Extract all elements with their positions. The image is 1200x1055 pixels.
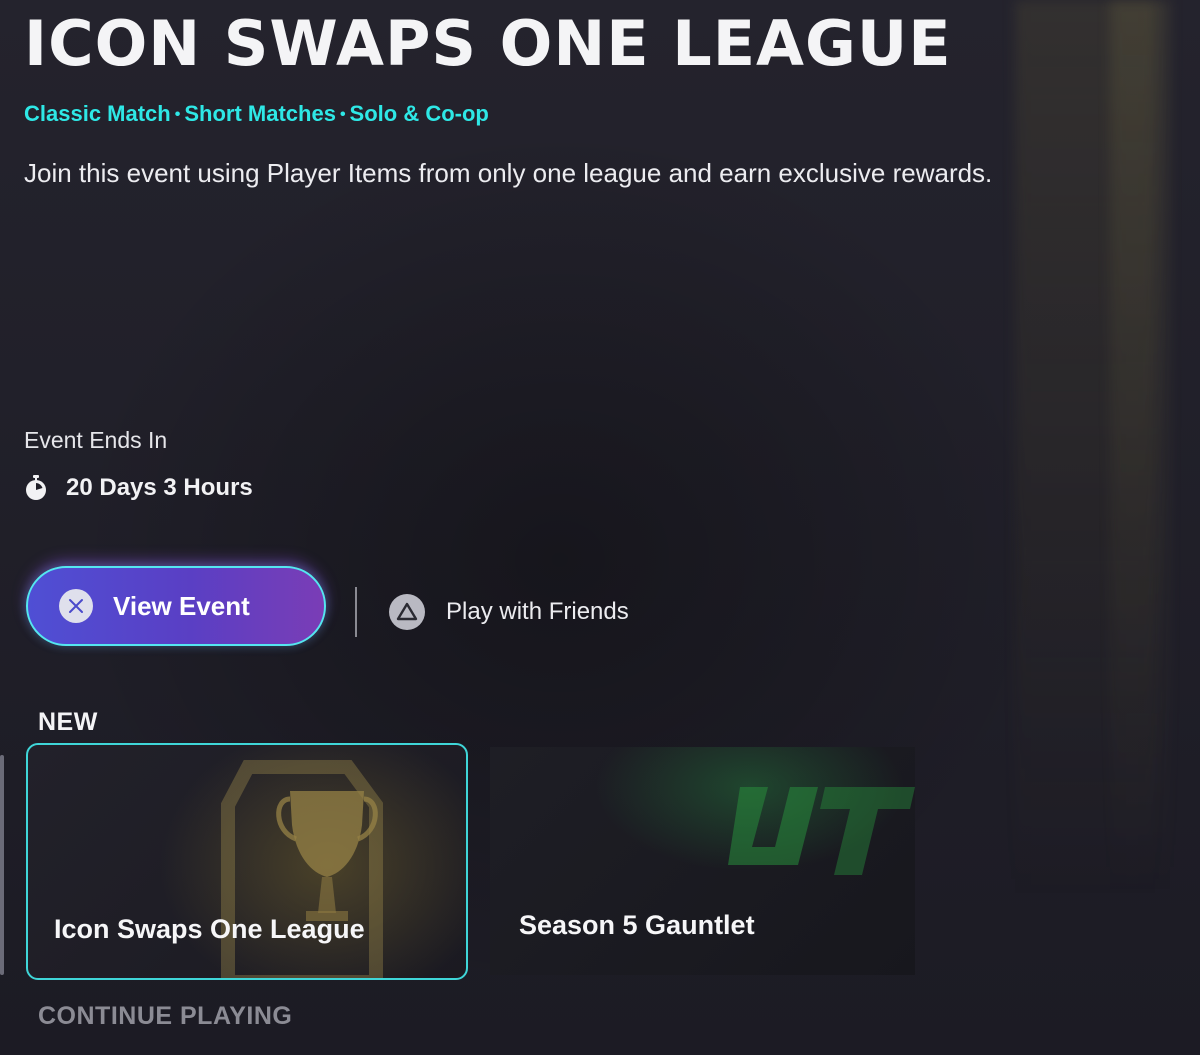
view-event-label: View Event <box>113 590 250 621</box>
time-remaining: 20 Days 3 Hours <box>66 474 253 501</box>
card-title: Season 5 Gauntlet <box>519 910 755 940</box>
play-with-friends-label: Play with Friends <box>446 598 629 625</box>
event-modes: Classic Match • Short Matches • Solo & Co-op <box>24 101 489 127</box>
play-with-friends-button[interactable]: Play with Friends <box>389 594 629 630</box>
mode-classic-match: Classic Match <box>24 101 171 126</box>
cross-button-icon <box>59 589 93 623</box>
action-divider <box>355 587 357 637</box>
view-event-button[interactable]: View Event <box>26 566 326 646</box>
mode-short-matches: Short Matches <box>184 101 336 126</box>
section-heading-new: NEW <box>38 708 98 736</box>
event-timer: 20 Days 3 Hours <box>24 474 253 502</box>
triangle-button-icon <box>389 594 425 630</box>
event-card-season-5-gauntlet[interactable]: Season 5 Gauntlet <box>490 747 915 975</box>
stopwatch-icon <box>26 475 46 500</box>
event-description: Join this event using Player Items from … <box>24 158 993 188</box>
mode-separator: • <box>174 106 181 123</box>
mode-solo-coop: Solo & Co-op <box>349 101 489 126</box>
event-ends-label: Event Ends In <box>24 427 168 453</box>
section-heading-continue-playing: CONTINUE PLAYING <box>38 1002 293 1030</box>
mode-separator: • <box>339 106 346 123</box>
background-light-pillar-2 <box>1110 0 1170 900</box>
event-title: ICON SWAPS ONE LEAGUE <box>24 7 952 80</box>
previous-card-edge <box>0 755 4 975</box>
event-card-icon-swaps[interactable]: Icon Swaps One League <box>26 743 468 980</box>
card-title: Icon Swaps One League <box>54 914 365 944</box>
